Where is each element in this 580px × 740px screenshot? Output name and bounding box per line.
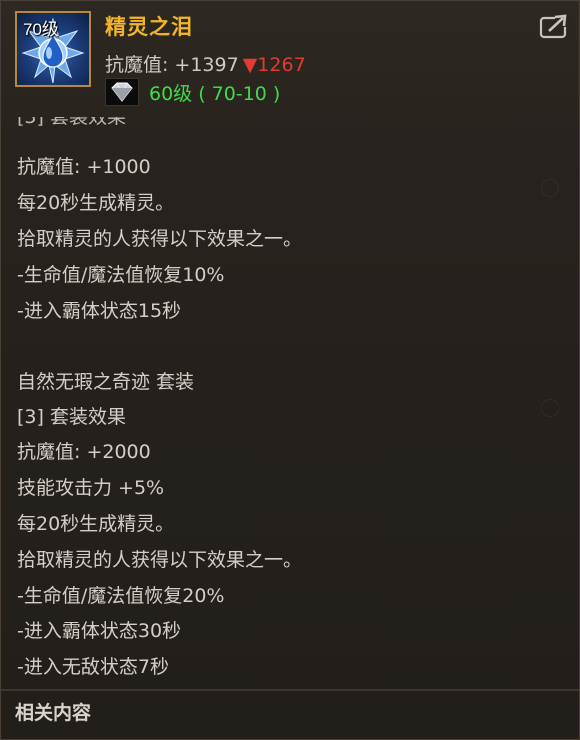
share-button[interactable] — [539, 13, 571, 39]
set-name: 自然无瑕之奇迹 套装 — [17, 371, 195, 393]
set-effect-title: [3] 套装效果 — [17, 117, 126, 128]
item-level-badge: 70级 — [23, 20, 59, 39]
effect-line: 拾取精灵的人获得以下效果之一。 — [17, 549, 303, 571]
background-ring — [541, 399, 559, 417]
effect-line: 拾取精灵的人获得以下效果之一。 — [17, 228, 303, 250]
effect-line: -进入霸体状态30秒 — [17, 620, 182, 642]
gem-level-text: 60级 ( 70-10 ) — [149, 83, 281, 105]
background-ring — [541, 179, 559, 197]
stat-decrease: ▼1267 — [242, 54, 306, 76]
item-name: 精灵之泪 — [105, 15, 193, 39]
effect-line: -生命值/魔法值恢复20% — [17, 585, 225, 607]
effect-line: -生命值/魔法值恢复10% — [17, 264, 225, 286]
share-arrow-icon — [539, 13, 571, 39]
effect-line: 每20秒生成精灵。 — [17, 192, 175, 214]
effect-line: 抗魔值: +1000 — [17, 156, 151, 178]
stat-value: +1397 — [174, 54, 239, 76]
stat-label: 抗魔值: — [105, 54, 169, 76]
diamond-gem-icon[interactable] — [105, 78, 139, 106]
stat-comparison: 抗魔值: +1397 ▼1267 — [105, 50, 306, 77]
footer-divider — [1, 689, 579, 691]
effect-line: -进入霸体状态15秒 — [17, 300, 182, 322]
effect-line: 技能攻击力 +5% — [17, 477, 165, 499]
item-tooltip: 70级 精灵之泪 抗魔值:+1397▼1267 60级 ( 70-10 ) — [0, 0, 580, 740]
set-effects-list[interactable]: [3] 套装效果 抗魔值: +1000 每20秒生成精灵。 拾取精灵的人获得以下… — [1, 117, 579, 691]
set-effect-title: [3] 套装效果 — [17, 406, 126, 428]
diamond-gem-shape — [111, 82, 133, 102]
tooltip-header: 70级 精灵之泪 抗魔值: +1397 ▼1267 60级 ( 70-10 ) — [1, 1, 579, 117]
item-icon-frame[interactable]: 70级 — [15, 11, 91, 87]
effect-line: 抗魔值: +2000 — [17, 441, 151, 463]
related-content-label[interactable]: 相关内容 — [15, 698, 91, 725]
effect-line: 每20秒生成精灵。 — [17, 513, 175, 535]
effect-line: -进入无敌状态7秒 — [17, 656, 169, 678]
